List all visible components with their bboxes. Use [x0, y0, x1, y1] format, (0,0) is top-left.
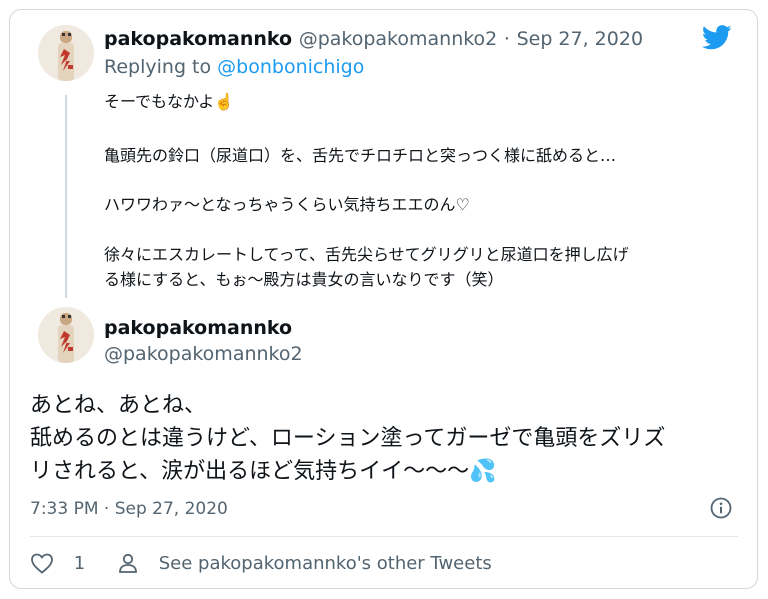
twitter-bird-icon[interactable] [702, 25, 732, 50]
divider [30, 536, 738, 537]
see-other-tweets-link[interactable]: See pakopakomannko's other Tweets [117, 552, 492, 574]
tweet-text-line-1: あとね、あとね、 [30, 393, 207, 418]
like-count: 1 [73, 552, 86, 574]
replying-to-line: Replying to @bonbonichigo [104, 56, 364, 78]
info-icon[interactable] [710, 497, 732, 519]
author-display-name[interactable]: pakopakomannko [104, 317, 292, 339]
like-button[interactable]: 1 [30, 552, 85, 574]
see-other-tweets-label: See pakopakomannko's other Tweets [158, 552, 492, 574]
quoted-avatar[interactable] [38, 25, 94, 81]
author-handle[interactable]: @pakopakomannko2 [104, 343, 303, 365]
tweet-text-line-2: 舐めるのとは違うけど、ローション塗ってガーゼで亀頭をズリズ [30, 426, 666, 451]
tweet-text-line-3: リされると、涙が出るほど気持ちイイ〜〜〜💦 [30, 459, 497, 484]
quoted-date[interactable]: Sep 27, 2020 [517, 28, 643, 50]
quoted-text-line-1: そーでもなかよ☝️ [104, 92, 235, 111]
heart-icon [30, 552, 54, 574]
separator-dot: · [503, 28, 510, 50]
person-icon [117, 552, 139, 574]
author-avatar[interactable] [38, 307, 94, 363]
quoted-handle[interactable]: @pakopakomannko2 [299, 28, 498, 50]
quoted-text-line-2: 亀頭先の鈴口（尿道口）を、舌先でチロチロと突っつく様に舐めると… [104, 146, 617, 165]
quoted-text-line-5: る様にすると、もぉ〜殿方は貴女の言いなりです（笑） [104, 270, 504, 289]
tweet-timestamp[interactable]: 7:33 PM · Sep 27, 2020 [30, 499, 228, 519]
reply-to-handle-link[interactable]: @bonbonichigo [217, 56, 364, 78]
quoted-text-line-4: 徐々にエスカレートしてって、舌先尖らせてグリグリと尿道口を押し広げ [104, 245, 629, 264]
quoted-text-line-3: ハワワわァ〜となっちゃうくらい気持ちエエのん♡ [104, 195, 470, 214]
replying-to-label: Replying to [104, 56, 218, 78]
thread-connector [65, 95, 67, 298]
quoted-display-name[interactable]: pakopakomannko @pakopakomannko2 · Sep 27… [104, 28, 643, 50]
